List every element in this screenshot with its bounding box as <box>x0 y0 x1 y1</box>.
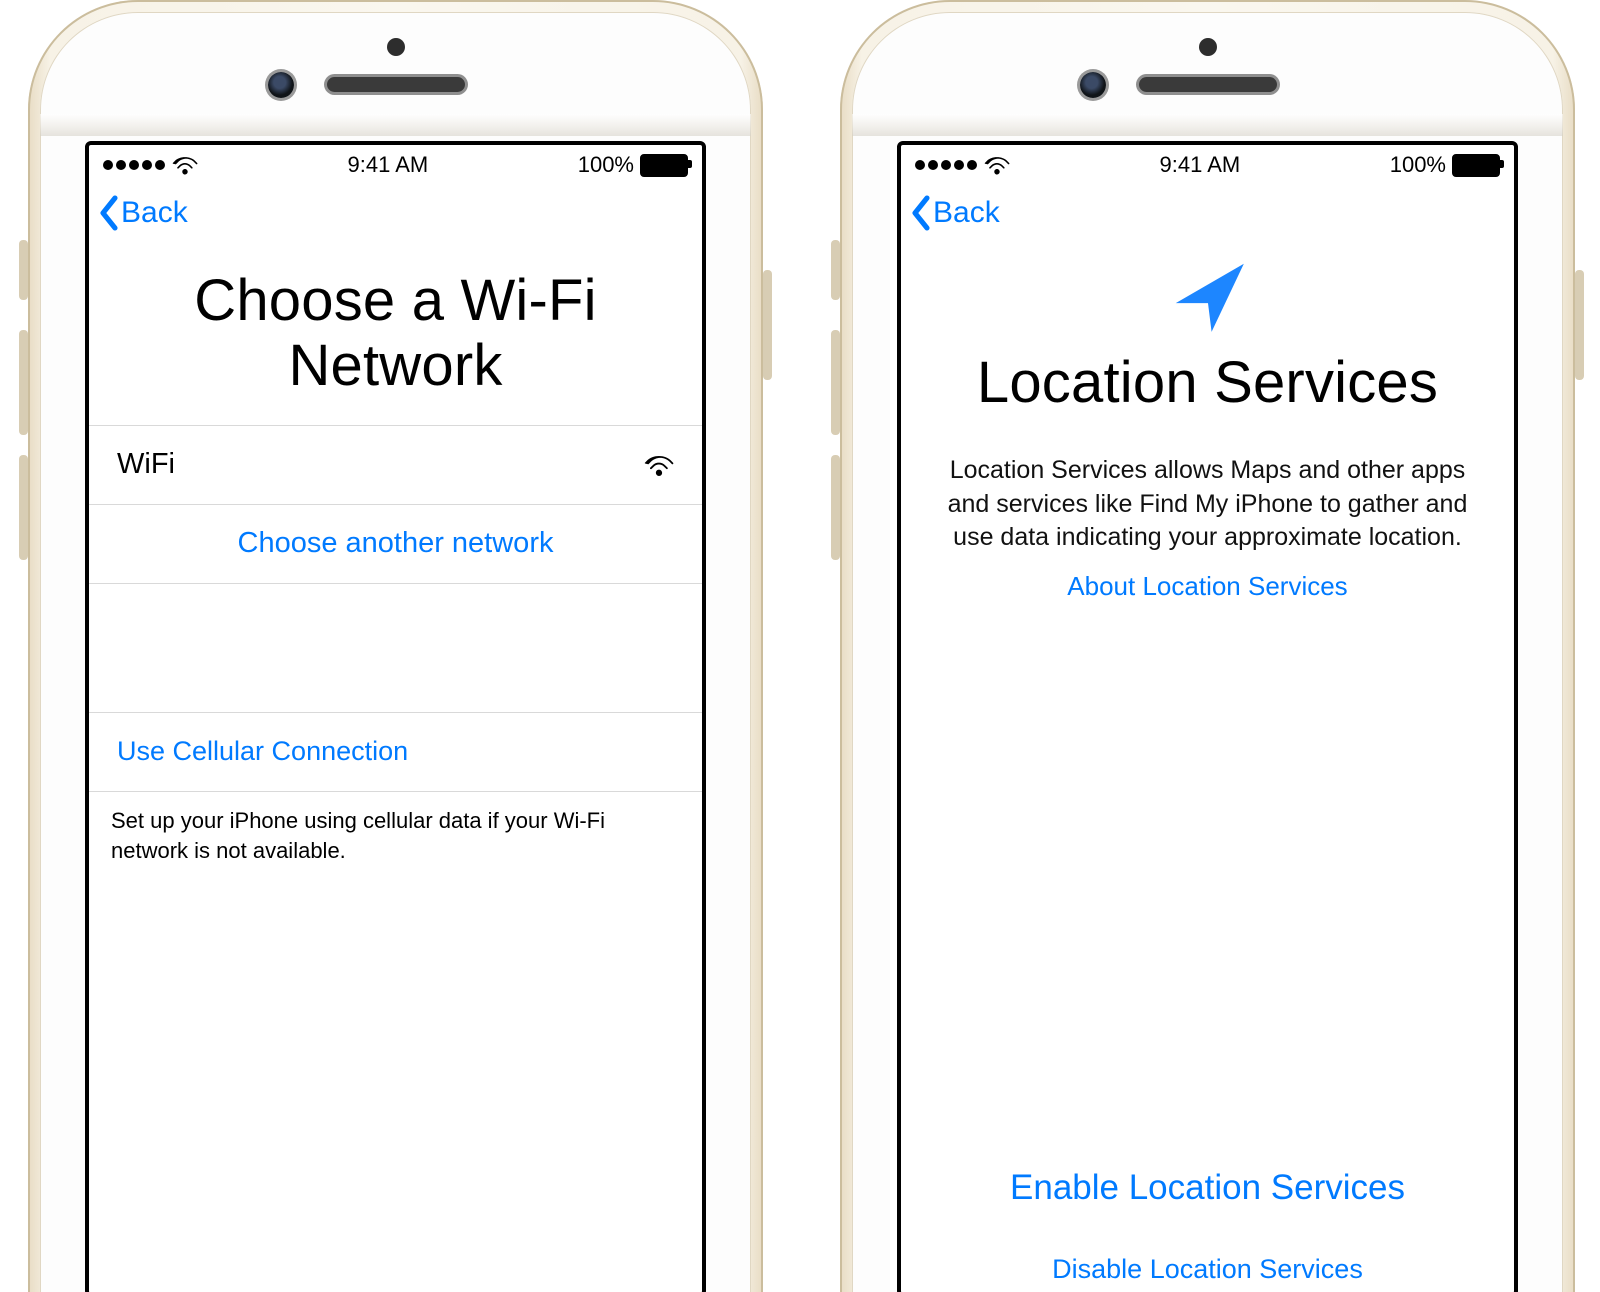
location-arrow-icon <box>901 253 1514 339</box>
volume-down-button <box>831 455 840 560</box>
cellular-hint: Set up your iPhone using cellular data i… <box>89 792 702 879</box>
front-camera <box>268 72 294 98</box>
earpiece-speaker <box>1139 77 1277 92</box>
iphone-frame-right: 9:41 AM 100% Back <box>840 0 1575 1292</box>
back-button[interactable]: Back <box>909 195 1000 231</box>
battery-icon <box>640 154 688 177</box>
glass-reflection <box>852 114 1563 136</box>
back-label: Back <box>933 196 1000 230</box>
screen-location: 9:41 AM 100% Back <box>897 141 1518 1292</box>
volume-down-button <box>19 455 28 560</box>
power-button <box>1575 270 1584 380</box>
wifi-network-name: WiFi <box>117 448 175 481</box>
wifi-icon <box>644 453 674 477</box>
chevron-left-icon <box>909 195 933 231</box>
location-description: Location Services allows Maps and other … <box>941 454 1474 555</box>
power-button <box>763 270 772 380</box>
page-title: Location Services <box>931 351 1484 416</box>
status-bar: 9:41 AM 100% <box>89 145 702 185</box>
screen-wifi: 9:41 AM 100% Back Choose a Wi-Fi Network <box>85 141 706 1292</box>
cell-signal-icon <box>915 160 977 170</box>
disable-location-services-button[interactable]: Disable Location Services <box>901 1232 1514 1292</box>
front-camera <box>1080 72 1106 98</box>
battery-percent: 100% <box>1390 152 1446 178</box>
status-time: 9:41 AM <box>1160 152 1241 178</box>
wifi-network-row[interactable]: WiFi <box>89 425 702 505</box>
nav-bar: Back <box>901 185 1514 241</box>
page-title: Choose a Wi-Fi Network <box>119 269 672 399</box>
volume-up-button <box>19 330 28 435</box>
battery-percent: 100% <box>578 152 634 178</box>
nav-bar: Back <box>89 185 702 241</box>
about-location-services-link[interactable]: About Location Services <box>901 571 1514 602</box>
mute-switch <box>831 240 840 300</box>
status-time: 9:41 AM <box>348 152 429 178</box>
volume-up-button <box>831 330 840 435</box>
phone-bezel: 9:41 AM 100% Back <box>852 12 1563 1292</box>
battery-icon <box>1452 154 1500 177</box>
glass-reflection <box>40 114 751 136</box>
wifi-icon <box>172 155 198 175</box>
back-button[interactable]: Back <box>97 195 188 231</box>
choose-another-network-button[interactable]: Choose another network <box>89 505 702 584</box>
enable-location-services-button[interactable]: Enable Location Services <box>901 1144 1514 1232</box>
wifi-icon <box>984 155 1010 175</box>
mute-switch <box>19 240 28 300</box>
earpiece-speaker <box>327 77 465 92</box>
chevron-left-icon <box>97 195 121 231</box>
proximity-sensor <box>387 38 405 56</box>
iphone-frame-left: 9:41 AM 100% Back Choose a Wi-Fi Network <box>28 0 763 1292</box>
phone-bezel: 9:41 AM 100% Back Choose a Wi-Fi Network <box>40 12 751 1292</box>
back-label: Back <box>121 196 188 230</box>
status-bar: 9:41 AM 100% <box>901 145 1514 185</box>
cell-signal-icon <box>103 160 165 170</box>
proximity-sensor <box>1199 38 1217 56</box>
use-cellular-button[interactable]: Use Cellular Connection <box>89 712 702 792</box>
